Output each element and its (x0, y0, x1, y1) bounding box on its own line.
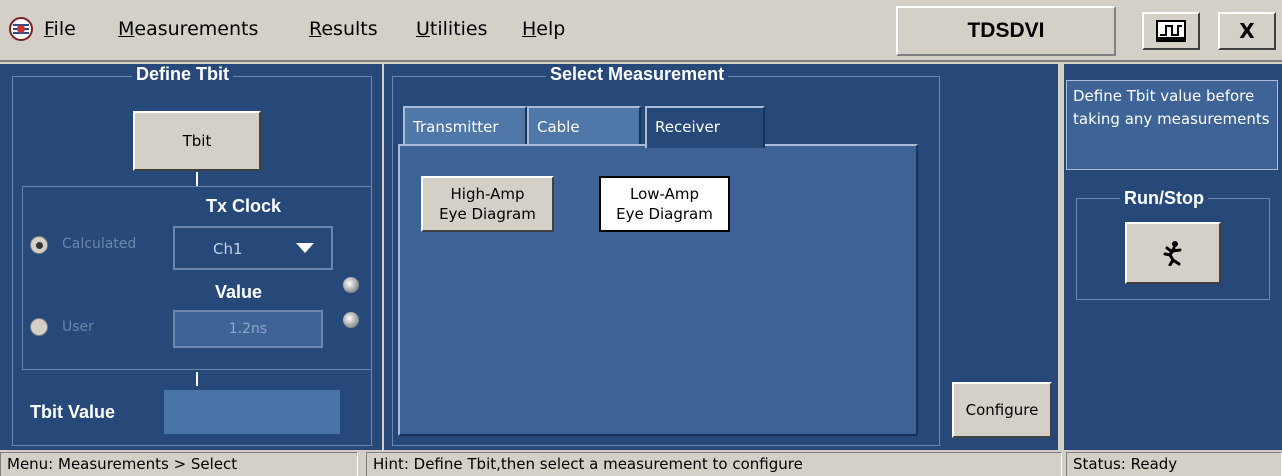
connector-line (196, 172, 198, 186)
ready-status: Status: Ready (1066, 452, 1282, 476)
run-stop-title: Run/Stop (1120, 188, 1208, 209)
knob-icon[interactable] (343, 277, 359, 293)
menu-results[interactable]: Results (309, 18, 378, 40)
button-line1: Low-Amp (629, 185, 700, 203)
user-label: User (62, 319, 94, 335)
menu-help[interactable]: Help (522, 18, 565, 40)
knob-icon-2[interactable] (343, 312, 359, 328)
tab-cable[interactable]: Cable (527, 106, 641, 146)
tbit-value-field[interactable] (164, 390, 340, 434)
menu-utilities[interactable]: Utilities (416, 18, 488, 40)
run-stop-button[interactable] (1125, 222, 1221, 284)
define-tbit-title: Define Tbit (132, 64, 233, 85)
running-man-icon (1163, 241, 1182, 266)
close-button[interactable]: X (1218, 12, 1276, 50)
app-title: TDSDVI (896, 6, 1116, 56)
tab-transmitter[interactable]: Transmitter (403, 106, 527, 146)
calculated-label: Calculated (62, 236, 137, 252)
high-amp-eye-diagram-button[interactable]: High-Amp Eye Diagram (421, 176, 554, 232)
menu-measurements[interactable]: Measurements (118, 18, 258, 40)
menu-path-status: Menu: Measurements > Select (0, 452, 358, 476)
connector-line-2 (196, 372, 198, 386)
app-logo-icon (8, 16, 34, 42)
select-measurement-title: Select Measurement (546, 64, 729, 85)
tbit-button[interactable]: Tbit (133, 111, 261, 171)
waveform-icon (1156, 20, 1186, 42)
user-radio[interactable] (30, 318, 48, 336)
low-amp-eye-diagram-button[interactable]: Low-Amp Eye Diagram (599, 176, 730, 232)
calculated-radio[interactable] (30, 236, 48, 254)
value-title: Value (215, 282, 263, 302)
menu-file[interactable]: File (44, 18, 76, 40)
button-line2: Eye Diagram (439, 205, 536, 223)
tbit-value-label: Tbit Value (30, 402, 116, 422)
channel-select[interactable]: Ch1 (173, 226, 333, 270)
tab-receiver[interactable]: Receiver (645, 106, 765, 148)
tx-clock-title: Tx Clock (206, 196, 282, 216)
minimize-button[interactable] (1142, 12, 1200, 50)
button-line1: High-Amp (450, 185, 525, 203)
channel-value: Ch1 (213, 240, 243, 258)
configure-button[interactable]: Configure (952, 382, 1052, 438)
menu-bar: File Measurements Results Utilities Help… (0, 0, 1282, 62)
hint-status: Hint: Define Tbit,then select a measurem… (366, 452, 1062, 476)
user-value-input[interactable]: 1.2ns (173, 310, 323, 348)
info-message: Define Tbit value before taking any meas… (1066, 80, 1278, 170)
chevron-down-icon (296, 243, 314, 253)
button-line2: Eye Diagram (616, 205, 713, 223)
